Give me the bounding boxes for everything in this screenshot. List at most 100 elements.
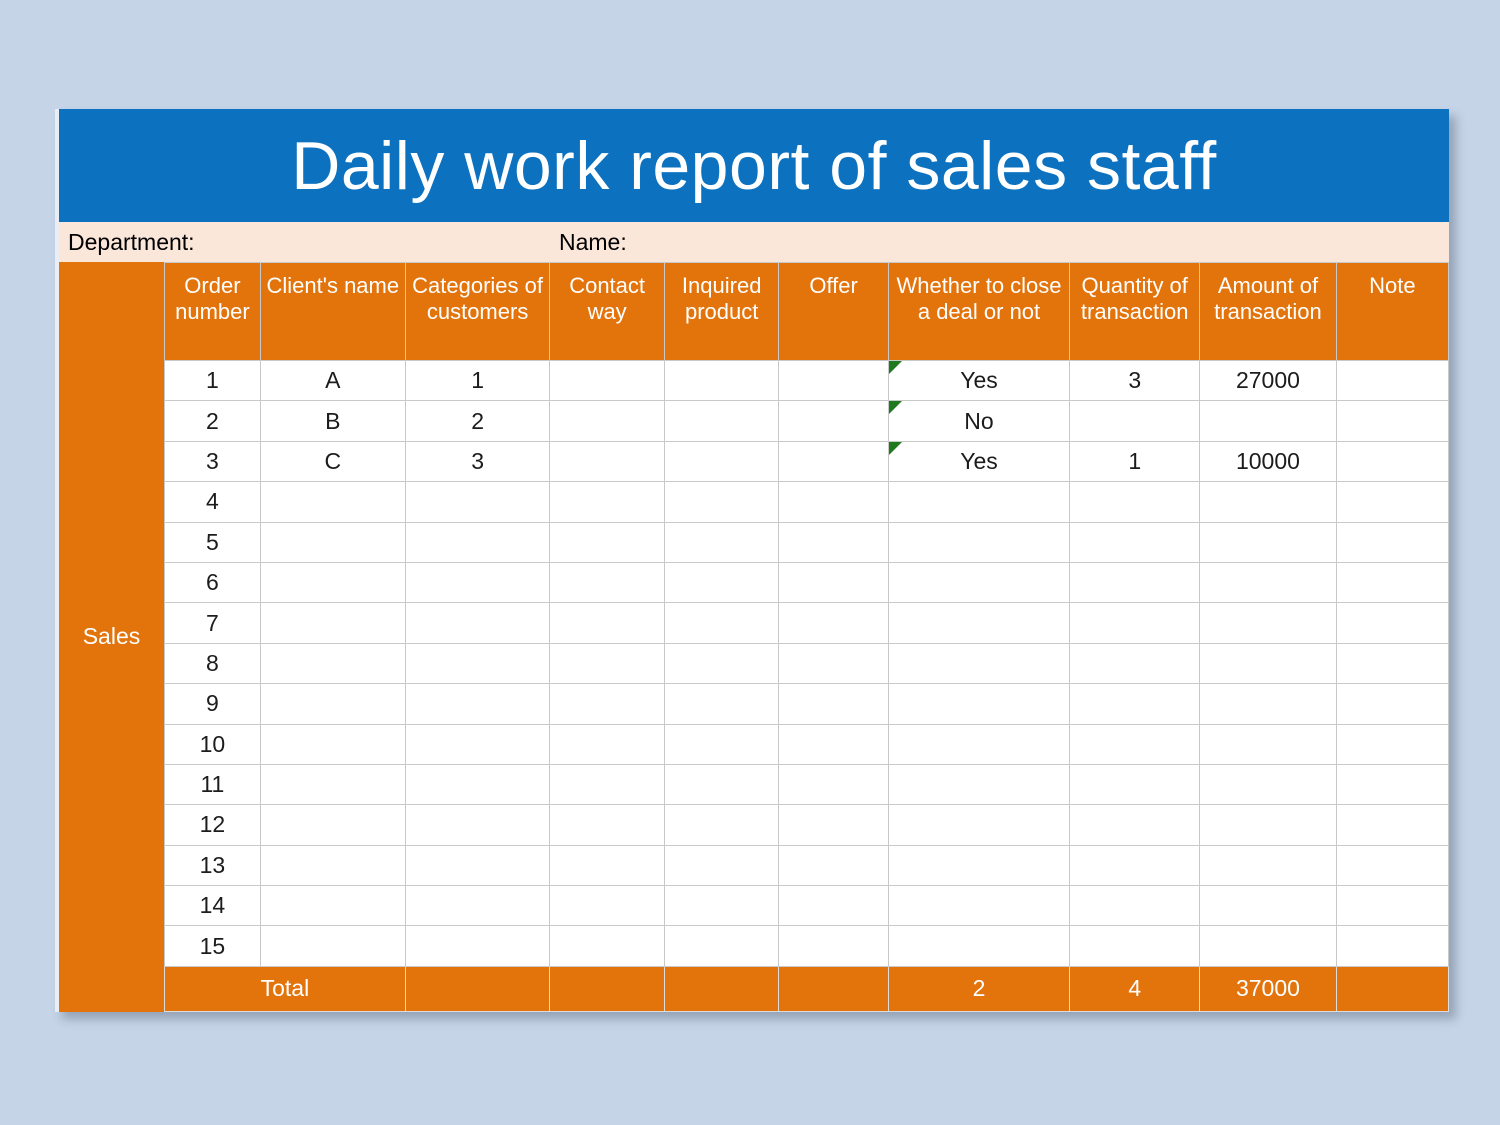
cell-note[interactable] xyxy=(1335,481,1450,523)
cell-amount[interactable] xyxy=(1199,804,1337,846)
cell-contact-way[interactable] xyxy=(549,521,665,563)
cell-inquired-product[interactable] xyxy=(663,885,780,927)
cell-amount[interactable] xyxy=(1199,885,1337,927)
cell-deal-status[interactable] xyxy=(887,763,1071,806)
cell-inquired-product[interactable] xyxy=(663,521,780,563)
cell-inquired-product[interactable] xyxy=(663,602,780,644)
cell-inquired-product[interactable] xyxy=(663,400,780,442)
cell-order-number[interactable]: 1 xyxy=(164,359,261,402)
cell-quantity[interactable]: 3 xyxy=(1069,359,1201,402)
cell-offer[interactable] xyxy=(778,359,889,402)
cell-order-number[interactable]: 2 xyxy=(164,400,261,442)
cell-contact-way[interactable] xyxy=(549,683,665,725)
cell-quantity[interactable] xyxy=(1069,885,1201,927)
cell-offer[interactable] xyxy=(778,400,889,442)
cell-note[interactable] xyxy=(1335,683,1450,725)
cell-offer[interactable] xyxy=(778,804,889,846)
cell-order-number[interactable]: 13 xyxy=(164,844,261,887)
cell-client-name[interactable] xyxy=(259,642,406,685)
cell-offer[interactable] xyxy=(778,723,889,765)
cell-category[interactable]: 3 xyxy=(404,440,551,483)
cell-deal-status[interactable] xyxy=(887,885,1071,927)
cell-amount[interactable] xyxy=(1199,561,1337,604)
cell-inquired-product[interactable] xyxy=(663,561,780,604)
cell-quantity[interactable] xyxy=(1069,561,1201,604)
cell-note[interactable] xyxy=(1335,602,1450,644)
cell-note[interactable] xyxy=(1335,763,1450,806)
cell-contact-way[interactable] xyxy=(549,602,665,644)
cell-offer[interactable] xyxy=(778,440,889,483)
cell-contact-way[interactable] xyxy=(549,763,665,806)
cell-order-number[interactable]: 12 xyxy=(164,804,261,846)
cell-amount[interactable] xyxy=(1199,683,1337,725)
cell-category[interactable]: 2 xyxy=(404,400,551,442)
cell-category[interactable] xyxy=(404,925,551,967)
cell-client-name[interactable] xyxy=(259,763,406,806)
cell-contact-way[interactable] xyxy=(549,844,665,887)
cell-amount[interactable] xyxy=(1199,723,1337,765)
cell-deal-status[interactable] xyxy=(887,561,1071,604)
cell-contact-way[interactable] xyxy=(549,359,665,402)
cell-category[interactable] xyxy=(404,602,551,644)
cell-quantity[interactable] xyxy=(1069,763,1201,806)
cell-quantity[interactable] xyxy=(1069,481,1201,523)
cell-quantity[interactable] xyxy=(1069,844,1201,887)
cell-offer[interactable] xyxy=(778,885,889,927)
cell-order-number[interactable]: 10 xyxy=(164,723,261,765)
cell-offer[interactable] xyxy=(778,925,889,967)
cell-client-name[interactable]: B xyxy=(259,400,406,442)
cell-quantity[interactable] xyxy=(1069,683,1201,725)
cell-note[interactable] xyxy=(1335,723,1450,765)
cell-note[interactable] xyxy=(1335,804,1450,846)
cell-deal-status-flagged[interactable]: Yes xyxy=(887,359,1071,402)
cell-order-number[interactable]: 15 xyxy=(164,925,261,967)
cell-inquired-product[interactable] xyxy=(663,804,780,846)
cell-note[interactable] xyxy=(1335,440,1450,483)
cell-contact-way[interactable] xyxy=(549,440,665,483)
cell-deal-status-flagged[interactable]: Yes xyxy=(887,440,1071,483)
cell-client-name[interactable] xyxy=(259,521,406,563)
cell-deal-status-flagged[interactable]: No xyxy=(887,400,1071,442)
cell-amount[interactable]: 27000 xyxy=(1199,359,1337,402)
cell-category[interactable] xyxy=(404,481,551,523)
cell-inquired-product[interactable] xyxy=(663,925,780,967)
cell-client-name[interactable] xyxy=(259,885,406,927)
cell-deal-status[interactable] xyxy=(887,723,1071,765)
cell-category[interactable] xyxy=(404,642,551,685)
cell-category[interactable] xyxy=(404,521,551,563)
cell-inquired-product[interactable] xyxy=(663,481,780,523)
cell-deal-status[interactable] xyxy=(887,683,1071,725)
cell-note[interactable] xyxy=(1335,885,1450,927)
cell-client-name[interactable] xyxy=(259,561,406,604)
cell-order-number[interactable]: 5 xyxy=(164,521,261,563)
cell-category[interactable] xyxy=(404,844,551,887)
cell-offer[interactable] xyxy=(778,561,889,604)
cell-offer[interactable] xyxy=(778,683,889,725)
cell-note[interactable] xyxy=(1335,561,1450,604)
cell-amount[interactable] xyxy=(1199,400,1337,442)
cell-quantity[interactable] xyxy=(1069,521,1201,563)
cell-order-number[interactable]: 9 xyxy=(164,683,261,725)
cell-inquired-product[interactable] xyxy=(663,683,780,725)
cell-contact-way[interactable] xyxy=(549,723,665,765)
cell-amount[interactable] xyxy=(1199,763,1337,806)
cell-category[interactable] xyxy=(404,763,551,806)
cell-client-name[interactable]: A xyxy=(259,359,406,402)
cell-order-number[interactable]: 6 xyxy=(164,561,261,604)
cell-deal-status[interactable] xyxy=(887,844,1071,887)
cell-category[interactable] xyxy=(404,561,551,604)
cell-category[interactable] xyxy=(404,885,551,927)
cell-note[interactable] xyxy=(1335,400,1450,442)
cell-amount[interactable] xyxy=(1199,642,1337,685)
cell-offer[interactable] xyxy=(778,602,889,644)
cell-contact-way[interactable] xyxy=(549,885,665,927)
cell-quantity[interactable] xyxy=(1069,804,1201,846)
cell-contact-way[interactable] xyxy=(549,561,665,604)
cell-offer[interactable] xyxy=(778,521,889,563)
cell-offer[interactable] xyxy=(778,481,889,523)
cell-order-number[interactable]: 11 xyxy=(164,763,261,806)
cell-quantity[interactable] xyxy=(1069,642,1201,685)
cell-inquired-product[interactable] xyxy=(663,359,780,402)
cell-inquired-product[interactable] xyxy=(663,763,780,806)
cell-amount[interactable] xyxy=(1199,521,1337,563)
